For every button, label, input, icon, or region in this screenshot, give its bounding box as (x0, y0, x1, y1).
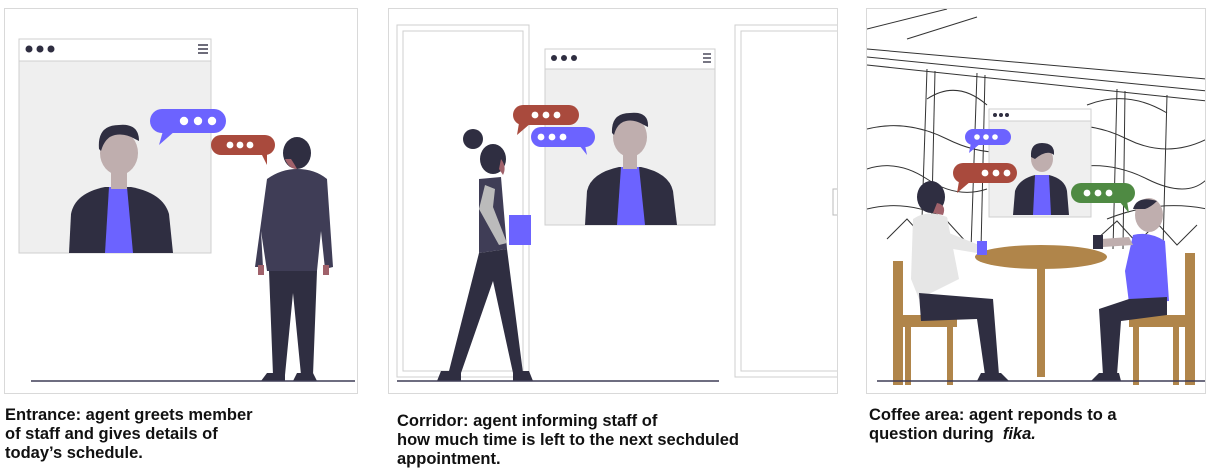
chat-bubble-red-icon (211, 135, 275, 165)
caption-text: question during (869, 425, 994, 443)
window-dot-icon (999, 113, 1003, 117)
caption-line: Corridor: agent informing staff of (397, 412, 658, 430)
caption-line: appointment. (397, 450, 501, 468)
window-dot-icon (36, 45, 44, 53)
caption-corridor: Corridor: agent informing staff of how m… (397, 412, 739, 469)
corridor-illustration (396, 24, 837, 382)
caption-line: how much time is left to the next sechdu… (397, 431, 739, 449)
window-dot-icon (561, 55, 567, 61)
staff-person (255, 137, 333, 381)
window-dot-icon (551, 55, 557, 61)
caption-entrance: Entrance: agent greets member of staff a… (5, 406, 253, 463)
caption-line: Entrance: agent greets member (5, 406, 253, 424)
caption-line: Coffee area: agent reponds to a (869, 406, 1117, 424)
entrance-illustration (18, 38, 355, 382)
caption-emphasis: fika. (1002, 425, 1036, 443)
window-dot-icon (1005, 113, 1009, 117)
panel-coffee-area (866, 8, 1206, 394)
window-dot-icon (25, 45, 33, 53)
caption-line: of staff and gives details of (5, 425, 218, 443)
door-right (734, 24, 837, 378)
walking-person (437, 129, 533, 381)
panel-entrance (4, 8, 358, 394)
window-dot-icon (47, 45, 55, 53)
window-dot-icon (571, 55, 577, 61)
caption-line: question during fika. (869, 425, 1117, 444)
caption-line: today’s schedule. (5, 444, 143, 462)
seated-person-right (1091, 198, 1169, 381)
caption-coffee-area: Coffee area: agent reponds to a question… (869, 406, 1117, 444)
coffee-area-illustration (867, 9, 1205, 385)
panel-corridor (388, 8, 838, 394)
window-dot-icon (993, 113, 997, 117)
